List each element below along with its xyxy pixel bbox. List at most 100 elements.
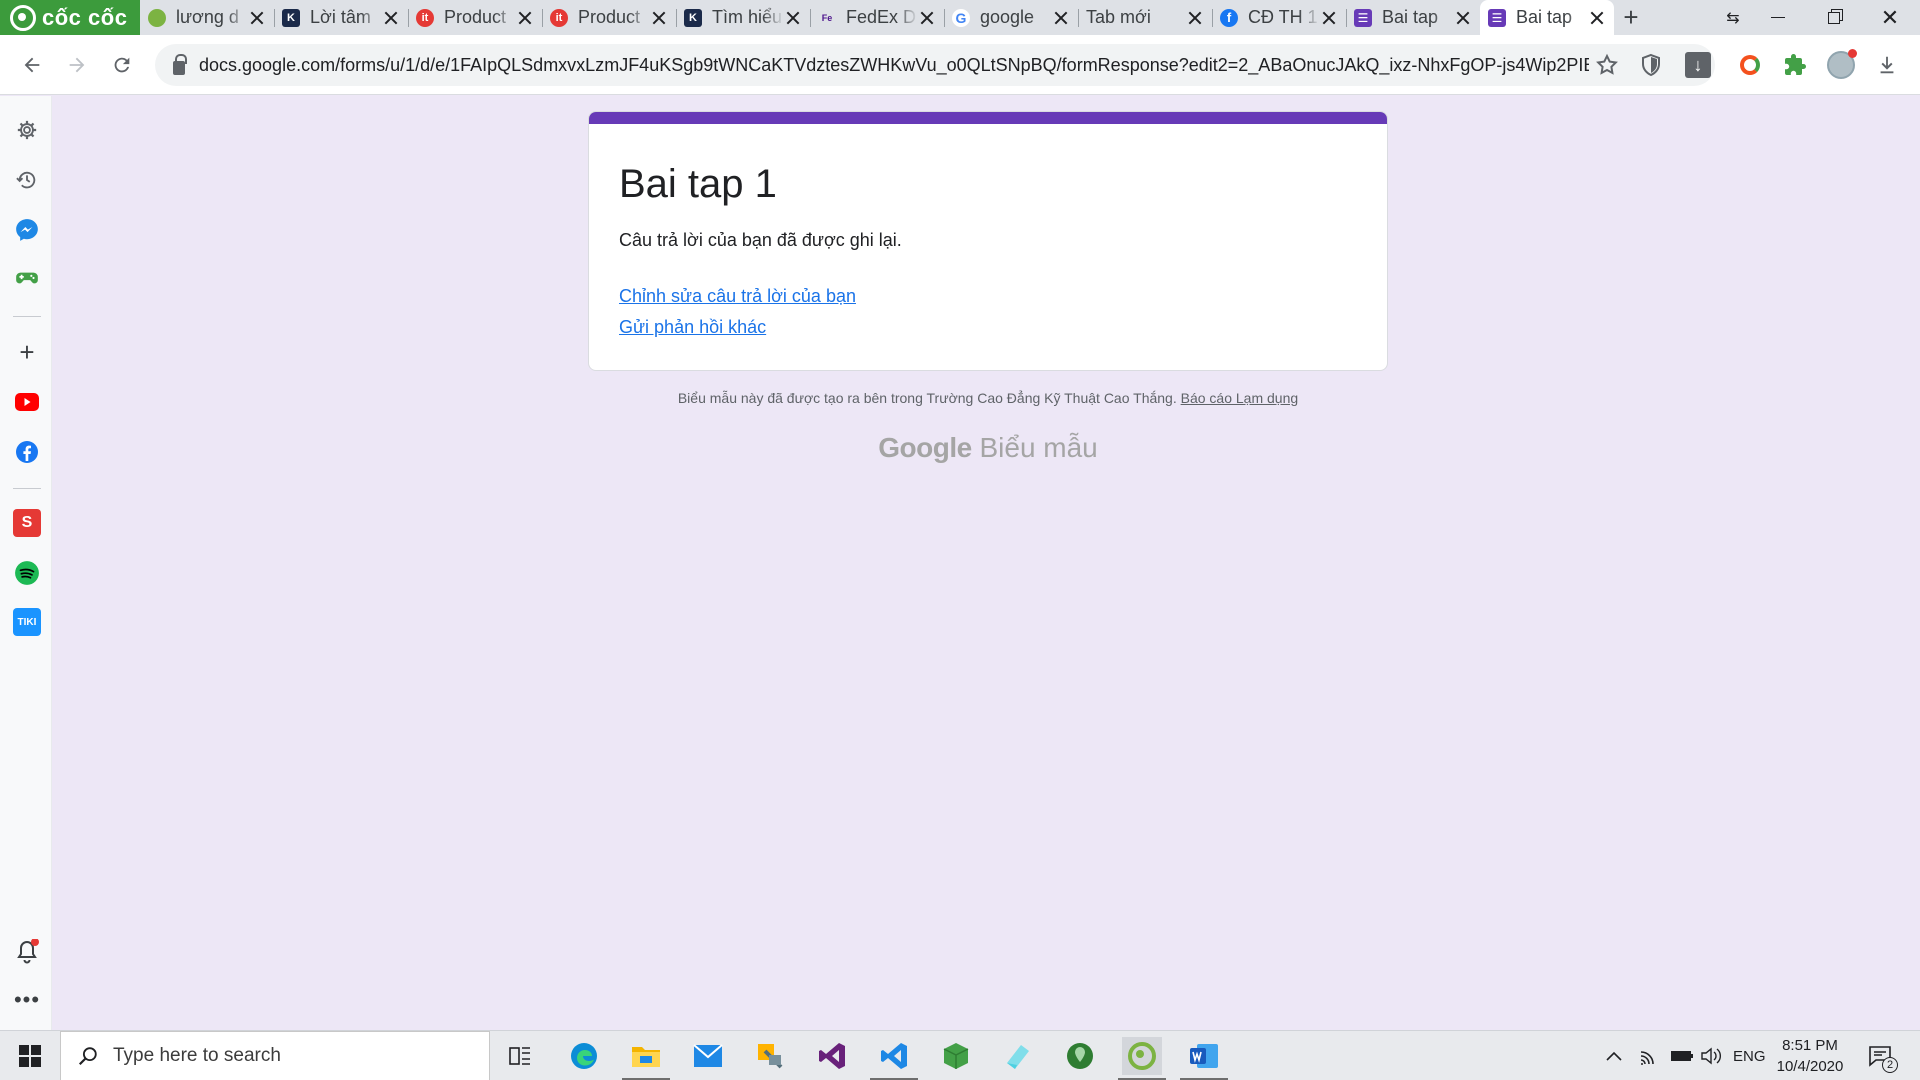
url-text[interactable]: docs.google.com/forms/u/1/d/e/1FAIpQLSdm…: [199, 55, 1589, 76]
restore-icon: [1828, 11, 1840, 24]
back-button[interactable]: [16, 49, 48, 81]
add-shortcut-icon[interactable]: +: [13, 337, 41, 367]
form-disclaimer: Biểu mẫu này đã được tạo ra bên trong Tr…: [588, 390, 1388, 406]
form-accent-bar: [589, 112, 1387, 124]
notification-bell-icon[interactable]: [13, 938, 41, 966]
tools-app-icon[interactable]: [750, 1037, 790, 1075]
forms-icon: ☰: [1354, 8, 1372, 27]
youtube-icon[interactable]: [13, 388, 41, 416]
tab-item[interactable]: G google: [944, 0, 1078, 35]
extensions-puzzle-icon[interactable]: [1779, 49, 1811, 81]
submit-another-link[interactable]: Gửi phản hồi khác: [619, 317, 766, 338]
close-icon[interactable]: [918, 9, 936, 27]
confirmation-message: Câu trả lời của bạn đã được ghi lại.: [619, 230, 902, 250]
forward-arrow-icon: [69, 57, 85, 73]
search-icon: [78, 1047, 97, 1066]
tab-item[interactable]: ☰ Bai tap: [1346, 0, 1480, 35]
form-title: Bai tap 1: [619, 162, 777, 206]
red-logo-icon: it: [550, 8, 568, 27]
new-tab-button[interactable]: +: [1614, 0, 1648, 35]
close-icon[interactable]: [1588, 9, 1606, 27]
tabs: lương d K Lời tâm it Product it Product …: [140, 0, 1614, 35]
forms-wordmark: Biểu mẫu: [979, 432, 1098, 463]
close-window-button[interactable]: ✕: [1862, 0, 1918, 35]
close-icon[interactable]: [516, 9, 534, 27]
volume-icon[interactable]: [1700, 1031, 1722, 1080]
vscode-icon[interactable]: [870, 1037, 918, 1080]
downloads-icon[interactable]: [1871, 49, 1903, 81]
reload-button[interactable]: [106, 49, 138, 81]
task-view-icon[interactable]: [500, 1037, 540, 1075]
lock-icon[interactable]: [173, 54, 187, 75]
tiki-icon[interactable]: TIKI: [13, 608, 41, 636]
shopee-icon[interactable]: S: [13, 509, 41, 537]
close-icon[interactable]: [784, 9, 802, 27]
shield-icon[interactable]: [1640, 44, 1662, 86]
brand-label: cốc cốc: [42, 4, 128, 30]
system-clock[interactable]: 8:51 PM 10/4/2020: [1765, 1035, 1855, 1077]
forms-icon: ☰: [1488, 8, 1506, 27]
tab-item[interactable]: f CĐ TH 1: [1212, 0, 1346, 35]
red-logo-icon: it: [416, 8, 434, 27]
taskbar-search[interactable]: Type here to search: [60, 1031, 490, 1080]
tab-title: FedEx D: [846, 7, 917, 27]
tab-title: Tab mới: [1086, 7, 1151, 27]
close-icon[interactable]: [1454, 9, 1472, 27]
tab-item[interactable]: lương d: [140, 0, 274, 35]
address-bar[interactable]: docs.google.com/forms/u/1/d/e/1FAIpQLSdm…: [155, 44, 1715, 86]
report-abuse-link[interactable]: Báo cáo Lạm dụng: [1181, 390, 1299, 406]
google-forms-logo[interactable]: Google Biểu mẫu: [588, 432, 1388, 464]
windows-taskbar: Type here to search ENG 8:51 PM 10/4/202…: [0, 1030, 1920, 1080]
tab-item[interactable]: K Tìm hiểu: [676, 0, 810, 35]
close-icon[interactable]: [248, 9, 266, 27]
mail-icon[interactable]: [688, 1037, 728, 1075]
download-page-icon[interactable]: ↓: [1685, 44, 1711, 86]
edit-response-link[interactable]: Chỉnh sửa câu trả lời của bạn: [619, 286, 856, 307]
cyan-app-icon[interactable]: [998, 1037, 1038, 1075]
file-explorer-icon[interactable]: [622, 1037, 670, 1080]
gamepad-icon[interactable]: [13, 264, 41, 292]
close-icon[interactable]: [650, 9, 668, 27]
restore-button[interactable]: [1806, 0, 1862, 35]
start-button[interactable]: [0, 1031, 60, 1080]
language-indicator[interactable]: ENG: [1733, 1031, 1766, 1080]
settings-gear-icon[interactable]: [13, 116, 41, 144]
green-cube-app-icon[interactable]: [936, 1037, 976, 1075]
battery-icon[interactable]: [1670, 1031, 1694, 1080]
tab-title: Lời tâm: [310, 7, 371, 27]
wifi-icon[interactable]: [1640, 1031, 1662, 1080]
close-icon[interactable]: [1052, 9, 1070, 27]
minimize-button[interactable]: [1750, 0, 1806, 35]
tab-item-active[interactable]: ☰ Bai tap: [1480, 0, 1614, 35]
action-center-button[interactable]: 2: [1868, 1031, 1898, 1080]
bookmark-star-icon[interactable]: [1595, 44, 1619, 86]
coccoc-extension-icon[interactable]: [1734, 49, 1766, 81]
tab-item[interactable]: Fe FedEx D: [810, 0, 944, 35]
close-icon[interactable]: [1186, 9, 1204, 27]
tab-item[interactable]: it Product: [542, 0, 676, 35]
map-app-icon[interactable]: [1060, 1037, 1100, 1075]
tab-item[interactable]: K Lời tâm: [274, 0, 408, 35]
close-icon[interactable]: [1320, 9, 1338, 27]
spotify-icon[interactable]: [13, 559, 41, 587]
reload-icon: [114, 57, 130, 73]
visual-studio-icon[interactable]: [812, 1037, 852, 1075]
forward-button[interactable]: [61, 49, 93, 81]
close-icon[interactable]: [382, 9, 400, 27]
word-icon[interactable]: [1180, 1037, 1228, 1080]
facebook-icon[interactable]: [13, 438, 41, 466]
messenger-icon[interactable]: [13, 216, 41, 244]
tab-item[interactable]: Tab mới: [1078, 0, 1212, 35]
history-icon[interactable]: [13, 166, 41, 194]
browser-brand[interactable]: cốc cốc: [0, 0, 140, 35]
tab-item[interactable]: it Product: [408, 0, 542, 35]
edge-browser-icon[interactable]: [564, 1037, 604, 1075]
show-hidden-icons-chevron-icon[interactable]: [1605, 1031, 1623, 1080]
clock-time: 8:51 PM: [1782, 1037, 1838, 1054]
more-icon[interactable]: •••: [13, 986, 41, 1014]
google-icon: G: [952, 8, 970, 27]
k-letter-icon: K: [684, 8, 702, 27]
coccoc-taskbar-icon[interactable]: [1118, 1037, 1166, 1080]
disclaimer-text: Biểu mẫu này đã được tạo ra bên trong Tr…: [677, 390, 1177, 406]
profile-avatar[interactable]: [1825, 49, 1857, 81]
